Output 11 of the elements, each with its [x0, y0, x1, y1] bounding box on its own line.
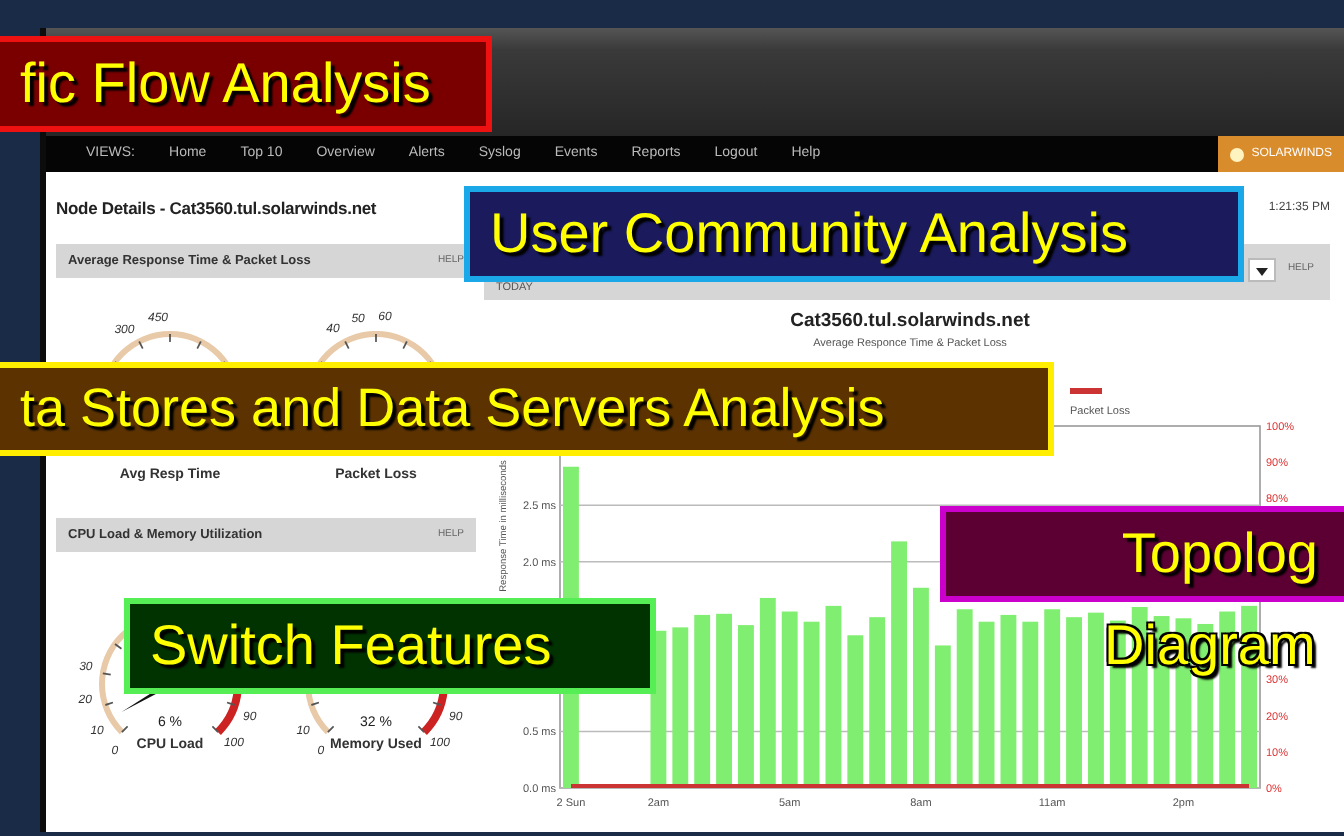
chart-title: Cat3560.tul.solarwinds.net [790, 310, 1030, 332]
caret-icon [1255, 268, 1268, 276]
period-dropdown[interactable] [1247, 258, 1276, 282]
page-title: Node Details - Cat3560.tul.solarwinds.net [56, 195, 377, 221]
callout-label: Topolog [940, 506, 1344, 602]
callout-label: Switch Features [124, 598, 656, 694]
callout-label: fic Flow Analysis [0, 36, 492, 132]
callout-label: ta Stores and Data Servers Analysis [0, 362, 1054, 456]
legend-swatch [1070, 388, 1102, 394]
logo-dot-icon [1229, 147, 1244, 161]
callout-label: User Community Analysis [464, 186, 1244, 282]
